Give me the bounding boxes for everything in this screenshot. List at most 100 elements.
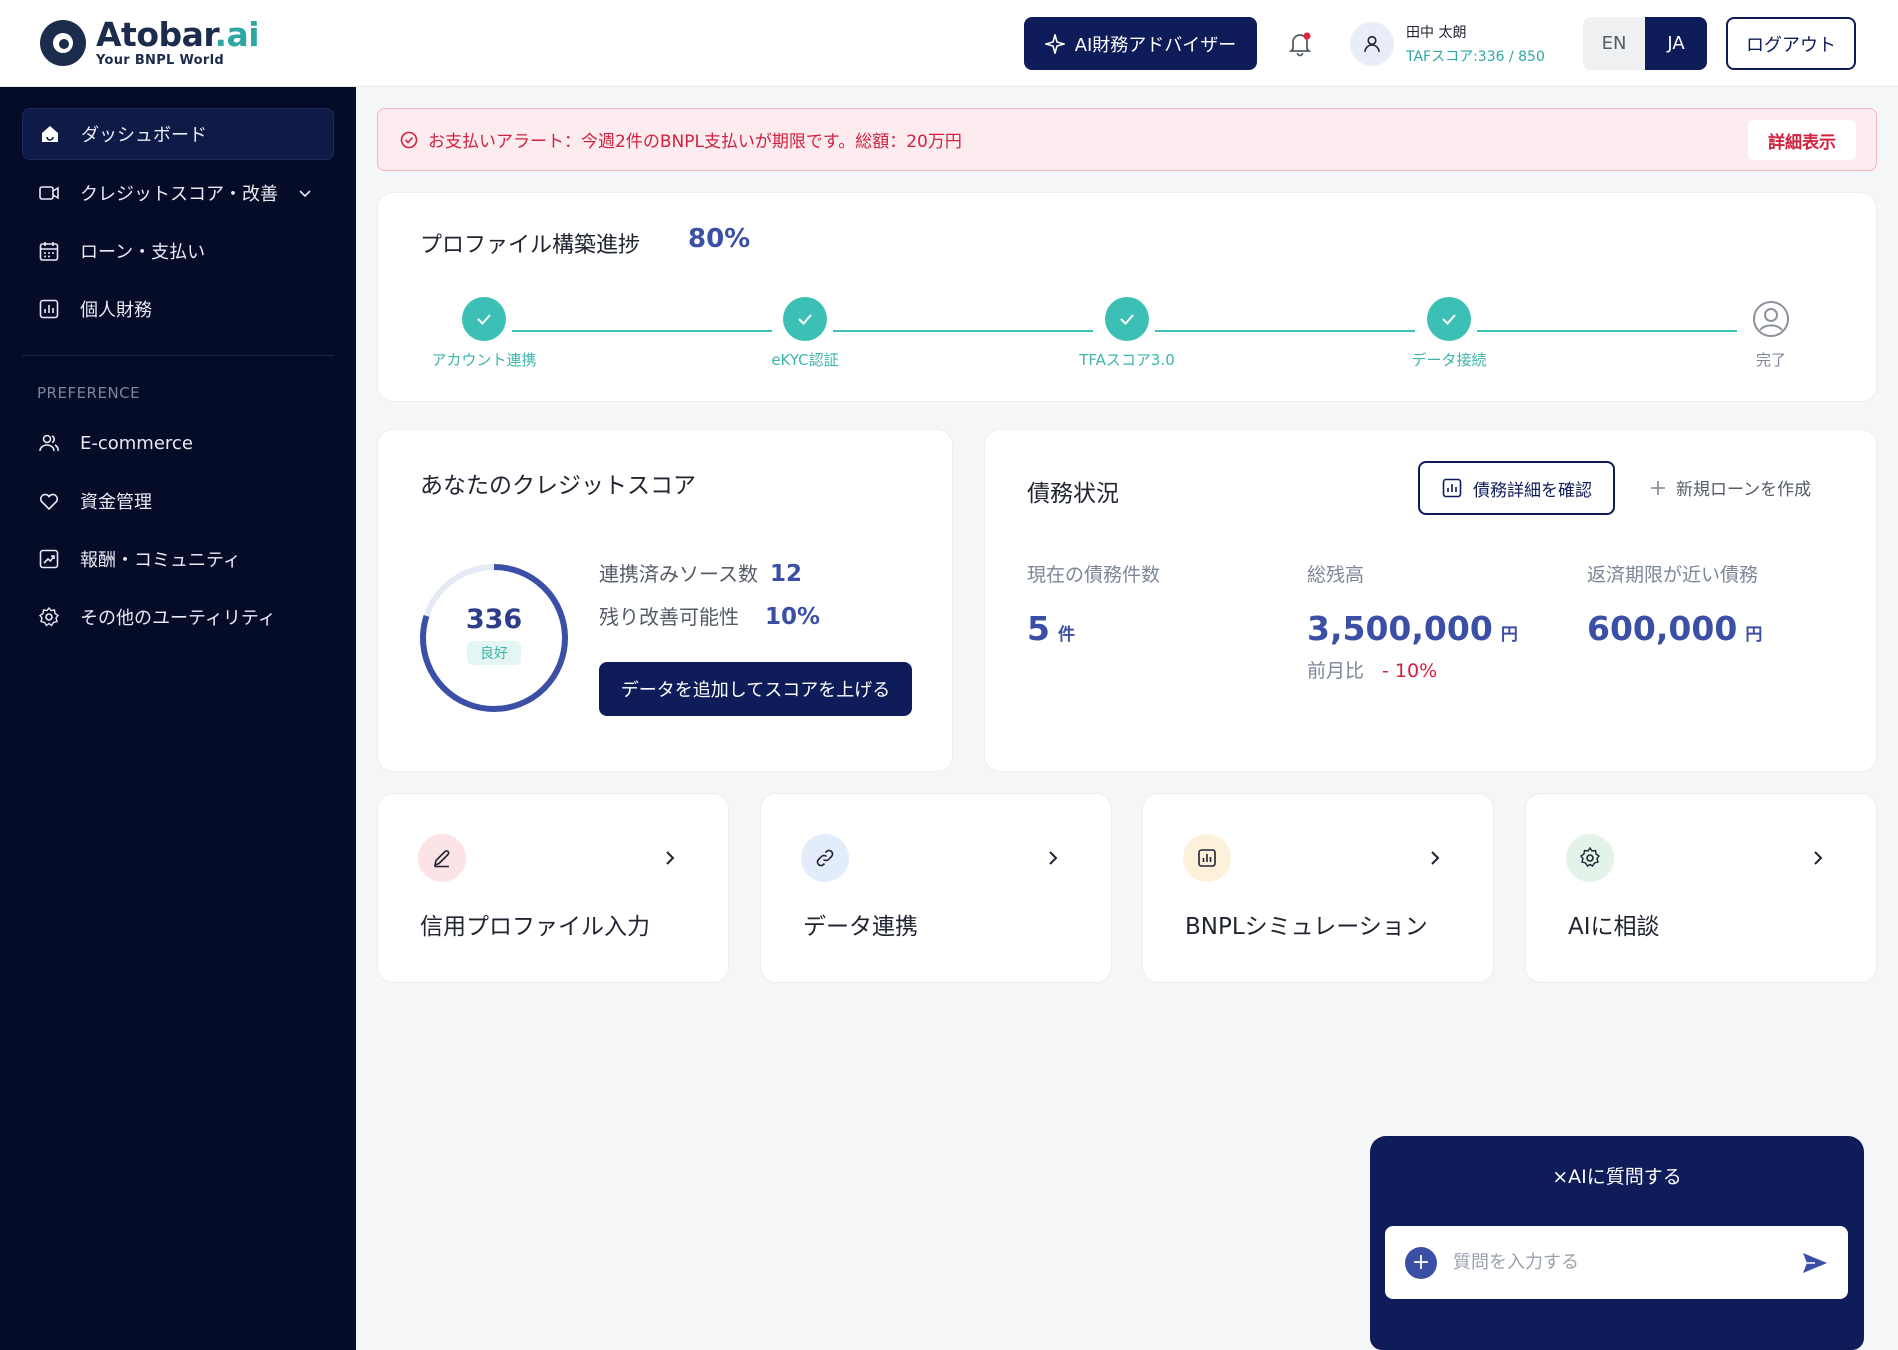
score-rating-badge: 良好 <box>467 641 521 665</box>
debt-count-value: 5 <box>1027 609 1050 648</box>
sidebar-item-credit-score[interactable]: クレジットスコア・改善 <box>22 167 334 219</box>
total-balance-stat: 総残高 3,500,000 円 前月比 - 10% <box>1307 560 1518 683</box>
quick-action-credit-profile[interactable]: 信用プロファイル入力 <box>377 793 729 983</box>
profile-progress-card: プロファイル構築進捗 80% アカウント連携 eKYC認証 TFAスコア3.0 … <box>377 192 1877 402</box>
check-icon <box>783 297 827 341</box>
sidebar-item-dashboard[interactable]: ダッシュボード <box>22 108 334 160</box>
chevron-right-icon <box>1049 851 1058 865</box>
debt-title: 債務状況 <box>1027 481 1119 507</box>
debt-count-label: 現在の債務件数 <box>1027 564 1161 586</box>
step-label: 完了 <box>1755 351 1786 369</box>
chevron-right-icon <box>1814 851 1823 865</box>
sidebar-item-label: 報酬・コミュニティ <box>80 550 241 571</box>
due-soon-value: 600,000 <box>1587 609 1738 648</box>
chevron-right-icon <box>666 851 675 865</box>
progress-percent: 80% <box>688 224 751 254</box>
bar-chart-icon <box>1183 834 1231 882</box>
sidebar-item-label: 資金管理 <box>80 492 152 513</box>
quick-action-data-link[interactable]: データ連携 <box>760 793 1112 983</box>
credit-score-title: あなたのクレジットスコア <box>420 473 696 499</box>
logout-button[interactable]: ログアウト <box>1726 17 1856 70</box>
quick-action-bnpl-simulation[interactable]: BNPLシミュレーション <box>1142 793 1494 983</box>
send-icon[interactable] <box>1800 1248 1830 1278</box>
users-icon <box>38 432 60 454</box>
total-balance-label: 総残高 <box>1307 564 1365 586</box>
quick-action-label: 信用プロファイル入力 <box>420 914 650 940</box>
due-soon-unit: 円 <box>1745 625 1763 645</box>
add-data-button[interactable]: データを追加してスコアを上げる <box>599 662 912 716</box>
step-connector <box>1155 330 1415 332</box>
lang-ja-button[interactable]: JA <box>1645 17 1707 70</box>
new-loan-button[interactable]: 新規ローンを作成 <box>1650 475 1811 500</box>
chat-title[interactable]: ×AIに質問する <box>1370 1162 1864 1189</box>
sidebar-item-fund-management[interactable]: 資金管理 <box>22 475 334 527</box>
sidebar-item-ecommerce[interactable]: E-commerce <box>22 417 334 469</box>
ai-advisor-label: AI財務アドバイザー <box>1074 34 1237 56</box>
total-balance-value: 3,500,000 <box>1307 609 1493 648</box>
sparkle-icon <box>1044 33 1065 54</box>
check-icon <box>1427 297 1471 341</box>
sources-value: 12 <box>770 561 803 587</box>
sidebar-item-personal-finance[interactable]: 個人財務 <box>22 283 334 335</box>
logo-name: Atobar.ai <box>96 15 260 54</box>
debt-status-card: 債務状況 債務詳細を確認 新規ローンを作成 現在の債務件数 5件 総残高 3,5… <box>984 429 1877 772</box>
total-balance-unit: 円 <box>1500 625 1518 645</box>
user-profile[interactable]: 田中 太朗 TAFスコア:336 / 850 <box>1350 22 1545 66</box>
sidebar-divider <box>22 355 334 356</box>
chevron-right-icon <box>1431 851 1440 865</box>
sidebar-item-utilities[interactable]: その他のユーティリティ <box>22 591 334 643</box>
sidebar-item-loans[interactable]: ローン・支払い <box>22 225 334 277</box>
debt-count-stat: 現在の債務件数 5件 <box>1027 560 1160 648</box>
notification-bell-icon[interactable] <box>1286 30 1314 58</box>
lang-en-button[interactable]: EN <box>1583 17 1645 70</box>
step-label: TFAスコア3.0 <box>1079 351 1175 369</box>
score-gauge <box>420 564 568 712</box>
quick-action-label: BNPLシミュレーション <box>1185 914 1428 940</box>
gear-icon <box>38 606 60 628</box>
step-connector <box>833 330 1093 332</box>
logo[interactable]: Atobar.ai Your BNPL World <box>40 15 260 68</box>
pencil-icon <box>418 834 466 882</box>
language-switch: EN JA <box>1583 17 1707 70</box>
sources-stat: 連携済みソース数 12 <box>599 558 802 587</box>
alert-details-button[interactable]: 詳細表示 <box>1748 120 1856 160</box>
step-connector <box>1477 330 1737 332</box>
sidebar: ダッシュボード クレジットスコア・改善 ローン・支払い 個人財務 PREFERE… <box>0 87 356 1350</box>
mom-value: - 10% <box>1382 660 1438 682</box>
user-icon <box>1364 35 1380 53</box>
chevron-down-icon <box>298 183 312 204</box>
avatar <box>1350 22 1394 66</box>
progress-step: データ接続 <box>1389 297 1509 370</box>
heart-icon <box>38 490 60 512</box>
debt-details-button[interactable]: 債務詳細を確認 <box>1418 461 1615 515</box>
progress-step: eKYC認証 <box>745 297 865 370</box>
new-loan-label: 新規ローンを作成 <box>1676 480 1812 500</box>
quick-action-label: AIに相談 <box>1568 914 1660 940</box>
home-icon <box>39 123 61 145</box>
improve-value: 10% <box>765 604 821 630</box>
step-label: アカウント連携 <box>431 351 537 369</box>
chat-input[interactable] <box>1453 1252 1793 1273</box>
chart-icon <box>1442 478 1462 498</box>
quick-action-ai-consult[interactable]: AIに相談 <box>1525 793 1877 983</box>
ai-advisor-button[interactable]: AI財務アドバイザー <box>1024 17 1257 70</box>
due-soon-label: 返済期限が近い債務 <box>1587 564 1759 586</box>
plus-icon[interactable]: + <box>1405 1246 1437 1279</box>
sidebar-item-rewards[interactable]: 報酬・コミュニティ <box>22 533 334 585</box>
growth-chart-icon <box>38 548 60 570</box>
mom-label: 前月比 <box>1307 660 1365 682</box>
plus-icon <box>1651 480 1665 495</box>
score-value: 336 <box>465 604 523 635</box>
credit-score-card: あなたのクレジットスコア 336 良好 連携済みソース数 12 残り改善可能性 … <box>377 429 953 772</box>
sidebar-item-label: 個人財務 <box>80 300 152 321</box>
due-soon-stat: 返済期限が近い債務 600,000 円 <box>1587 560 1762 648</box>
debt-details-label: 債務詳細を確認 <box>1473 480 1592 501</box>
sidebar-item-label: E-commerce <box>80 432 193 454</box>
alert-text: お支払いアラート：今週2件のBNPL支払いが期限です。総額：20万円 <box>428 132 962 152</box>
sidebar-item-label: ローン・支払い <box>80 242 206 263</box>
progress-step: アカウント連携 <box>424 297 544 370</box>
logo-tagline: Your BNPL World <box>96 53 224 68</box>
quick-action-label: データ連携 <box>803 914 918 940</box>
logo-mark-icon <box>40 20 86 66</box>
progress-step: TFAスコア3.0 <box>1067 297 1187 370</box>
